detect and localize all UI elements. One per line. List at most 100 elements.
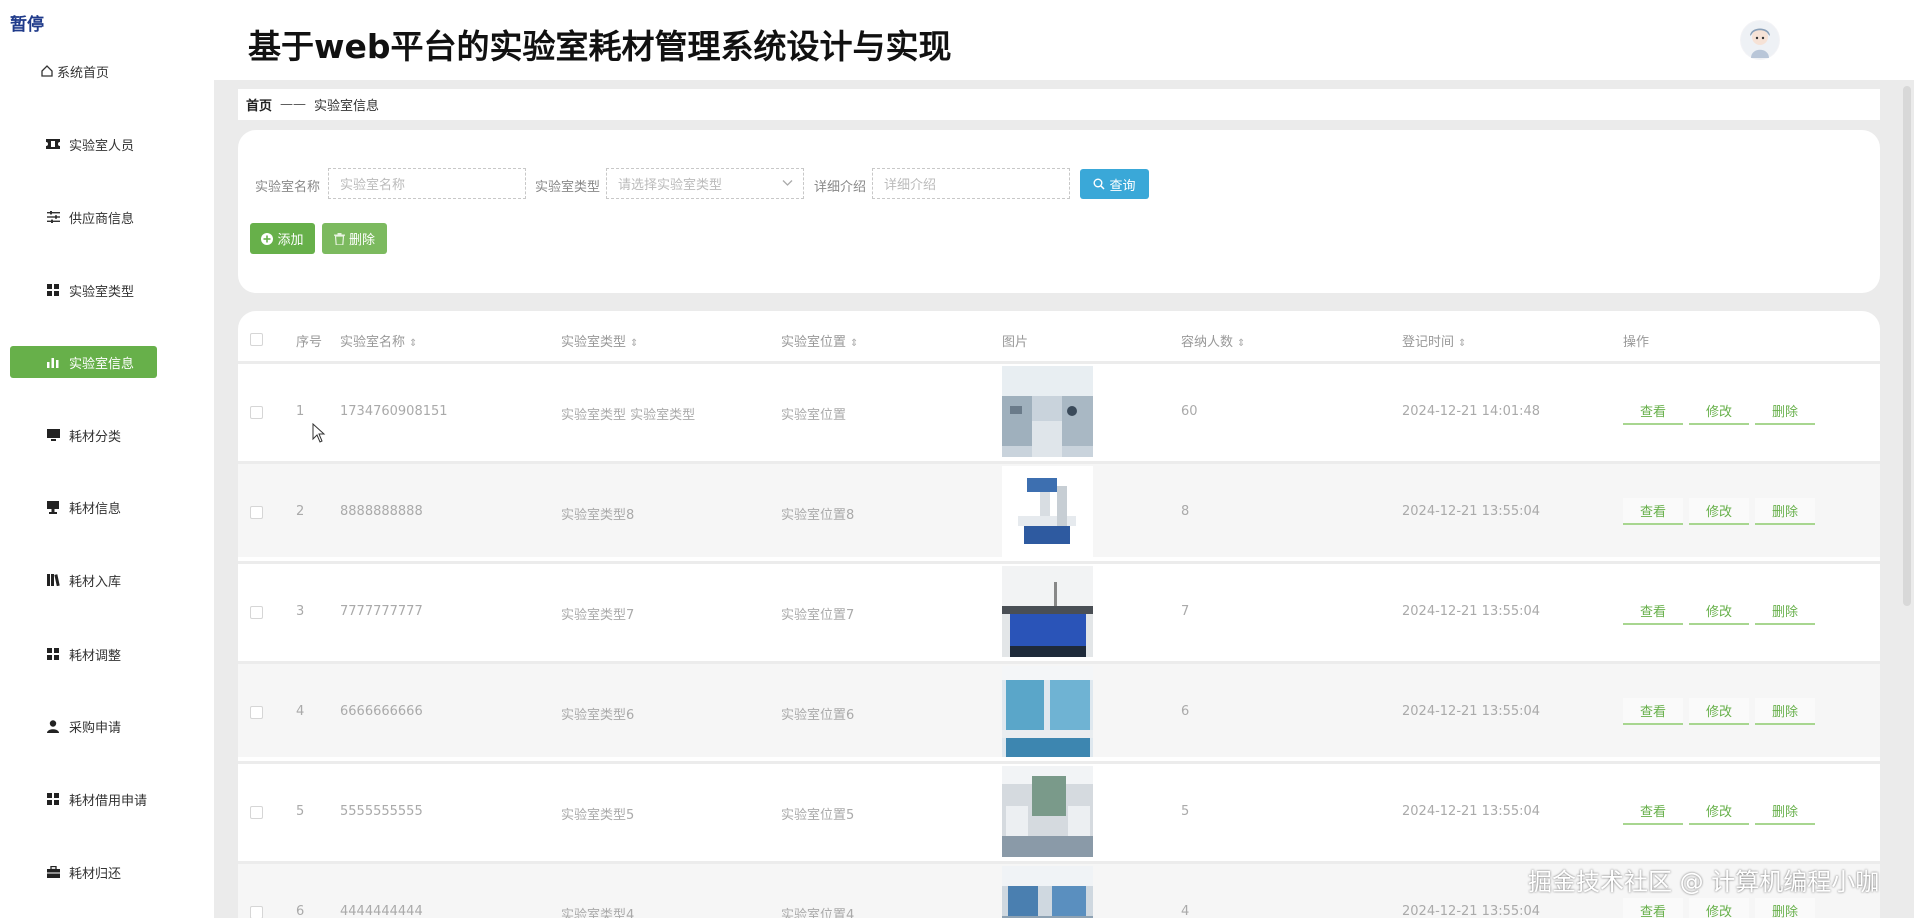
view-button[interactable]: 查看 <box>1623 698 1683 725</box>
sidebar-item-lab-staff[interactable]: 实验室人员 <box>10 128 157 160</box>
cell-name: 4444444444 <box>340 904 423 918</box>
view-button[interactable]: 查看 <box>1623 498 1683 525</box>
lab-name-placeholder: 实验室名称 <box>340 178 406 193</box>
lab-photo[interactable] <box>1002 666 1093 757</box>
header-capacity[interactable]: 容纳人数 ⇕ <box>1181 331 1245 350</box>
add-button-label: 添加 <box>277 233 304 248</box>
edit-button[interactable]: 修改 <box>1689 898 1749 918</box>
sort-icon: ⇕ <box>630 338 639 349</box>
plus-circle-icon <box>261 232 274 245</box>
delete-button[interactable]: 删除 <box>1755 798 1815 825</box>
watermark: 掘金技术社区 @ 计算机编程小咖 <box>1528 868 1880 896</box>
header-location[interactable]: 实验室位置 ⇕ <box>781 331 858 350</box>
cell-capacity: 8 <box>1181 504 1190 519</box>
breadcrumb-separator: —— <box>280 97 307 112</box>
delete-button[interactable]: 删除 <box>1755 898 1815 918</box>
chevron-down-icon <box>782 177 793 191</box>
cell-type: 实验室类型7 <box>561 608 635 623</box>
view-button[interactable]: 查看 <box>1623 598 1683 625</box>
sidebar-item-material-category[interactable]: 耗材分类 <box>10 419 157 451</box>
delete-button[interactable]: 删除 <box>1755 398 1815 425</box>
cell-type: 实验室类型 实验室类型 <box>561 408 696 423</box>
lab-photo[interactable] <box>1002 566 1093 657</box>
breadcrumb: 首页 —— 实验室信息 <box>238 89 1880 120</box>
lab-photo[interactable] <box>1002 866 1093 918</box>
sidebar-item-borrow-request[interactable]: 耗材借用申请 <box>10 783 157 815</box>
sidebar-item-lab-info[interactable]: 实验室信息 <box>10 346 157 378</box>
lab-name-input[interactable]: 实验室名称 <box>328 168 526 199</box>
delete-button[interactable]: 删除 <box>1755 498 1815 525</box>
sidebar-item-label: 耗材调整 <box>69 648 122 664</box>
cell-type: 实验室类型5 <box>561 808 635 823</box>
ticket-icon <box>46 137 60 151</box>
edit-button[interactable]: 修改 <box>1689 798 1749 825</box>
row-checkbox[interactable] <box>250 406 263 419</box>
sidebar-item-label: 耗材入库 <box>69 574 122 590</box>
select-all-checkbox[interactable] <box>250 333 263 346</box>
cell-index: 1 <box>296 404 305 419</box>
sidebar-item-material-info[interactable]: 耗材信息 <box>10 491 157 523</box>
row-checkbox[interactable] <box>250 506 263 519</box>
sidebar-item-label: 实验室类型 <box>69 284 135 300</box>
cell-index: 6 <box>296 904 305 918</box>
sidebar-item-return[interactable]: 耗材归还 <box>10 856 157 888</box>
cell-index: 3 <box>296 604 305 619</box>
lab-type-label: 实验室类型 <box>535 180 601 195</box>
add-button[interactable]: 添加 <box>250 223 315 254</box>
lab-photo[interactable] <box>1002 766 1093 857</box>
view-button[interactable]: 查看 <box>1623 898 1683 918</box>
bar-chart-icon <box>46 355 60 369</box>
view-button[interactable]: 查看 <box>1623 398 1683 425</box>
intro-input[interactable]: 详细介绍 <box>872 168 1070 199</box>
cell-name: 7777777777 <box>340 604 423 619</box>
breadcrumb-home[interactable]: 首页 <box>246 95 272 114</box>
table-row: 4 6666666666 实验室类型6 实验室位置6 6 2024-12-21 … <box>238 661 1880 757</box>
edit-button[interactable]: 修改 <box>1689 598 1749 625</box>
cell-location: 实验室位置5 <box>781 808 855 823</box>
sidebar-item-purchase-request[interactable]: 采购申请 <box>10 710 157 742</box>
edit-button[interactable]: 修改 <box>1689 398 1749 425</box>
lab-type-placeholder: 请选择实验室类型 <box>618 178 723 193</box>
lab-photo[interactable] <box>1002 466 1093 557</box>
edit-button[interactable]: 修改 <box>1689 698 1749 725</box>
sidebar-item-adjustment[interactable]: 耗材调整 <box>10 638 157 670</box>
row-checkbox[interactable] <box>250 906 263 918</box>
view-button[interactable]: 查看 <box>1623 798 1683 825</box>
lab-photo[interactable] <box>1002 366 1093 457</box>
cell-time: 2024-12-21 13:55:04 <box>1402 904 1541 918</box>
edit-button[interactable]: 修改 <box>1689 498 1749 525</box>
header-time[interactable]: 登记时间 ⇕ <box>1402 331 1466 350</box>
sliders-icon <box>46 210 60 224</box>
delete-button[interactable]: 删除 <box>1755 598 1815 625</box>
sidebar-item-home[interactable]: 系统首页 <box>10 55 157 87</box>
sidebar-item-suppliers[interactable]: 供应商信息 <box>10 201 157 233</box>
breadcrumb-current: 实验室信息 <box>314 99 380 114</box>
intro-label: 详细介绍 <box>814 180 867 195</box>
grid-icon <box>46 283 60 297</box>
row-checkbox[interactable] <box>250 806 263 819</box>
table-row: 1 1734760908151 实验室类型 实验室类型 实验室位置 60 202… <box>238 361 1880 457</box>
cell-type: 实验室类型4 <box>561 908 635 918</box>
sidebar-item-lab-types[interactable]: 实验室类型 <box>10 274 157 306</box>
home-icon <box>40 64 54 78</box>
scrollbar[interactable] <box>1903 86 1911 606</box>
sidebar: 暂停 系统首页 实验室人员 供应商信息 实验室类型 实验室信息 耗材分类 耗材信… <box>0 0 214 918</box>
sidebar-item-stock-in[interactable]: 耗材入库 <box>10 564 157 596</box>
header-capacity-label: 容纳人数 <box>1181 335 1234 350</box>
user-icon <box>46 719 60 733</box>
row-checkbox[interactable] <box>250 706 263 719</box>
sidebar-item-label: 采购申请 <box>69 720 122 736</box>
lab-type-select[interactable]: 请选择实验室类型 <box>606 168 804 199</box>
header-type[interactable]: 实验室类型 ⇕ <box>561 331 638 350</box>
cell-time: 2024-12-21 13:55:04 <box>1402 704 1541 719</box>
row-checkbox[interactable] <box>250 606 263 619</box>
cell-time: 2024-12-21 13:55:04 <box>1402 804 1541 819</box>
cell-capacity: 6 <box>1181 704 1190 719</box>
bulk-delete-button[interactable]: 删除 <box>322 223 387 254</box>
avatar[interactable] <box>1740 20 1780 60</box>
query-button[interactable]: 查询 <box>1080 169 1149 199</box>
sort-icon: ⇕ <box>1237 338 1246 349</box>
monitor-icon <box>46 428 60 442</box>
header-name[interactable]: 实验室名称 ⇕ <box>340 331 417 350</box>
delete-button[interactable]: 删除 <box>1755 698 1815 725</box>
